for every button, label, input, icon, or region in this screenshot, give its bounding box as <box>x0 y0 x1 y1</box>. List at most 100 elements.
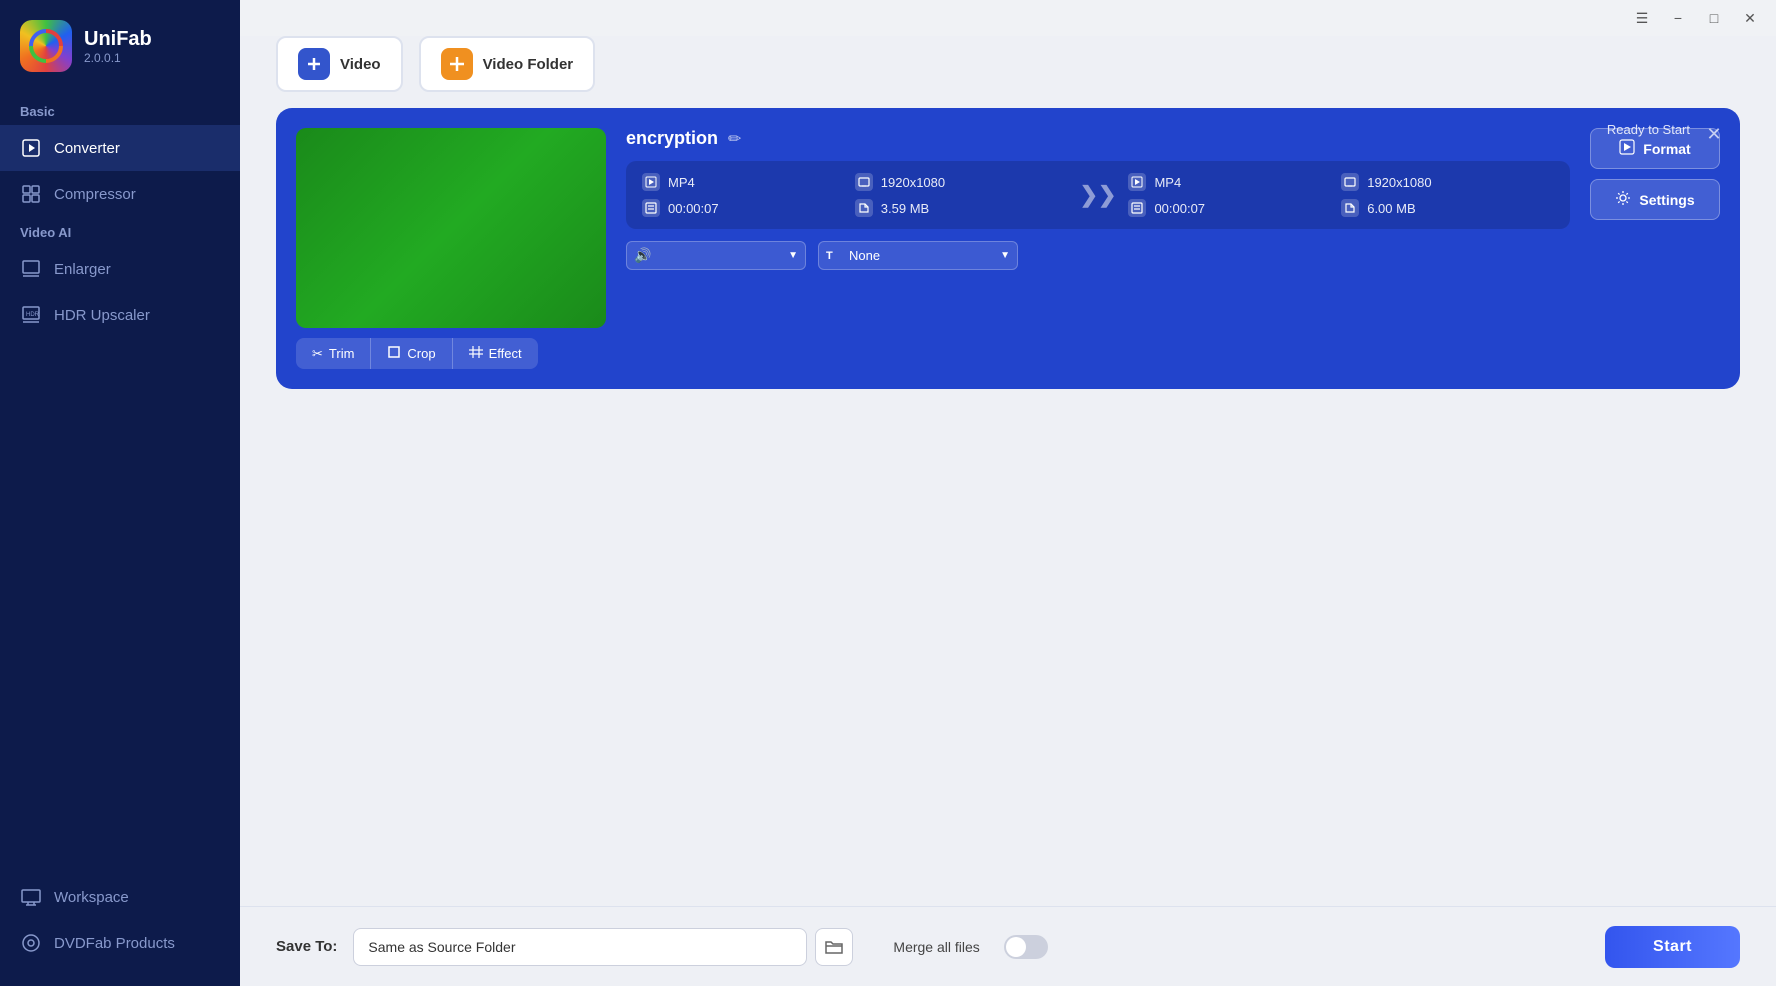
content-area: ✂ Trim Crop <box>240 108 1776 906</box>
settings-button[interactable]: Settings <box>1590 179 1720 220</box>
add-folder-label: Video Folder <box>483 56 574 73</box>
source-format: MP4 <box>668 175 695 190</box>
add-folder-icon <box>441 48 473 80</box>
card-actions: Format Settings <box>1590 128 1720 220</box>
video-controls-row: ✂ Trim Crop <box>296 338 606 369</box>
subtitle-select[interactable]: None <box>818 241 1018 270</box>
sidebar: UniFab 2.0.0.1 Basic Converter Compresso… <box>0 0 240 986</box>
audio-select-wrapper: 🔊 ▼ <box>626 241 806 270</box>
toggle-thumb <box>1006 937 1026 957</box>
audio-select[interactable] <box>626 241 806 270</box>
maximize-button[interactable]: □ <box>1700 4 1728 32</box>
format-label: Format <box>1643 141 1690 157</box>
merge-toggle[interactable] <box>1004 935 1048 959</box>
hdr-icon: HDR <box>20 304 42 326</box>
app-version: 2.0.0.1 <box>84 51 152 65</box>
logo-icon <box>20 20 72 72</box>
source-duration-icon <box>642 199 660 217</box>
videoai-section-label: Video AI <box>0 217 240 246</box>
minimize-button[interactable]: − <box>1664 4 1692 32</box>
dest-format: MP4 <box>1154 175 1181 190</box>
source-res-line: 1920x1080 <box>855 173 1068 191</box>
crop-icon <box>387 345 401 362</box>
add-video-label: Video <box>340 56 381 73</box>
workspace-label: Workspace <box>54 889 129 906</box>
subtitle-select-wrapper: T None ▼ <box>818 241 1018 270</box>
menu-button[interactable]: ☰ <box>1628 4 1656 32</box>
logo-section: UniFab 2.0.0.1 <box>0 0 240 96</box>
dest-size: 6.00 MB <box>1367 201 1415 216</box>
source-meta: MP4 00:00:07 <box>642 173 855 217</box>
title-bar: ☰ − □ ✕ <box>240 0 1776 36</box>
save-path-select[interactable]: Same as Source Folder <box>353 928 807 966</box>
svg-text:HDR: HDR <box>26 312 40 318</box>
sidebar-item-hdr-upscaler[interactable]: HDR HDR Upscaler <box>0 292 240 338</box>
compressor-icon <box>20 183 42 205</box>
dest-format-icon <box>1128 173 1146 191</box>
sidebar-item-compressor[interactable]: Compressor <box>0 171 240 217</box>
video-title-row: encryption ✏ <box>626 128 1570 149</box>
close-button[interactable]: ✕ <box>1736 4 1764 32</box>
compressor-label: Compressor <box>54 186 136 203</box>
video-title: encryption <box>626 128 718 149</box>
selects-row: 🔊 ▼ T None ▼ <box>626 241 1570 270</box>
hdr-label: HDR Upscaler <box>54 307 150 324</box>
card-close-button[interactable]: ✕ <box>1702 122 1726 146</box>
source-size-line: 3.59 MB <box>855 199 1068 217</box>
dvdfab-icon <box>20 932 42 954</box>
save-path-wrapper: Same as Source Folder <box>353 928 853 966</box>
trim-label: Trim <box>329 346 355 361</box>
crop-label: Crop <box>407 346 435 361</box>
edit-icon[interactable]: ✏ <box>728 129 741 149</box>
source-size: 3.59 MB <box>881 201 929 216</box>
add-folder-button[interactable]: Video Folder <box>419 36 596 92</box>
video-thumbnail <box>296 128 606 328</box>
sidebar-item-enlarger[interactable]: Enlarger <box>0 246 240 292</box>
source-size-icon <box>855 199 873 217</box>
dest-format-line: MP4 <box>1128 173 1341 191</box>
dest-size-icon <box>1341 199 1359 217</box>
trim-icon: ✂ <box>312 346 323 362</box>
arrow-separator: ❯❯ <box>1068 182 1129 208</box>
source-duration-line: 00:00:07 <box>642 199 855 217</box>
workspace-icon <box>20 886 42 908</box>
video-info-section: encryption ✏ <box>626 128 1570 270</box>
dest-duration: 00:00:07 <box>1154 201 1205 216</box>
save-to-label: Save To: <box>276 938 337 955</box>
dest-resolution: 1920x1080 <box>1367 175 1431 190</box>
basic-section-label: Basic <box>0 96 240 125</box>
start-button[interactable]: Start <box>1605 926 1740 968</box>
dest-duration-line: 00:00:07 <box>1128 199 1341 217</box>
sidebar-item-dvdfab[interactable]: DVDFab Products <box>0 920 240 966</box>
enlarger-icon <box>20 258 42 280</box>
sidebar-item-converter[interactable]: Converter <box>0 125 240 171</box>
source-resolution: 1920x1080 <box>881 175 945 190</box>
crop-button[interactable]: Crop <box>371 338 452 369</box>
source-duration: 00:00:07 <box>668 201 719 216</box>
ready-badge: Ready to Start <box>1607 122 1690 137</box>
trim-button[interactable]: ✂ Trim <box>296 338 371 369</box>
meta-container: MP4 00:00:07 <box>626 161 1570 229</box>
dest-size-line: 6.00 MB <box>1341 199 1554 217</box>
logo-text: UniFab 2.0.0.1 <box>84 28 152 65</box>
enlarger-label: Enlarger <box>54 261 111 278</box>
settings-icon <box>1615 190 1631 209</box>
folder-browse-button[interactable] <box>815 928 853 966</box>
format-icon <box>1619 139 1635 158</box>
video-card: ✂ Trim Crop <box>276 108 1740 389</box>
dest-meta: MP4 00:00:07 <box>1128 173 1341 217</box>
merge-label: Merge all files <box>893 939 979 955</box>
source-meta2: 1920x1080 3.59 MB <box>855 173 1068 217</box>
effect-icon <box>469 345 483 362</box>
dest-res-icon <box>1341 173 1359 191</box>
dest-duration-icon <box>1128 199 1146 217</box>
dvdfab-label: DVDFab Products <box>54 935 175 952</box>
converter-label: Converter <box>54 140 120 157</box>
add-video-button[interactable]: Video <box>276 36 403 92</box>
sidebar-item-workspace[interactable]: Workspace <box>0 874 240 920</box>
effect-label: Effect <box>489 346 522 361</box>
effect-button[interactable]: Effect <box>453 338 538 369</box>
source-res-icon <box>855 173 873 191</box>
dest-res-line: 1920x1080 <box>1341 173 1554 191</box>
source-format-icon <box>642 173 660 191</box>
